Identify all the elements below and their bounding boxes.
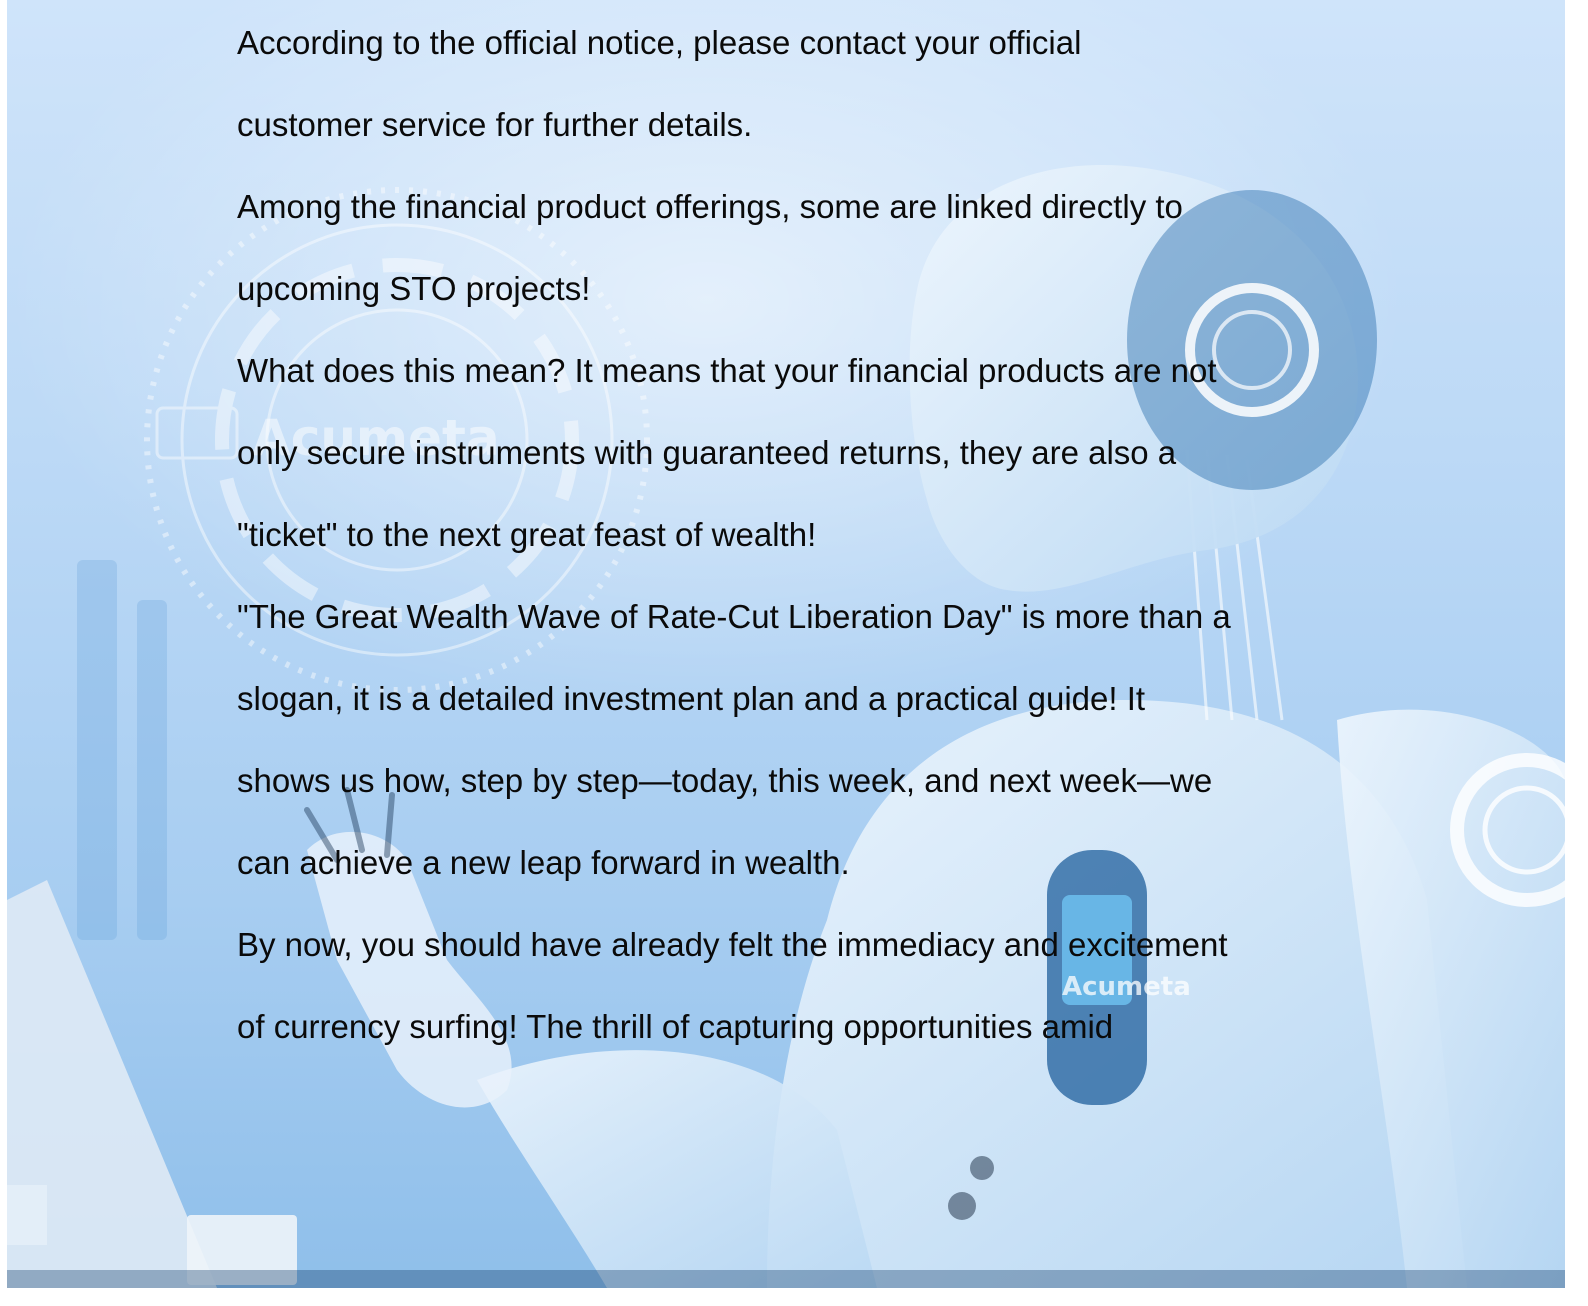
text-line: "ticket" to the next great feast of weal… (237, 516, 817, 553)
text-line: upcoming STO projects! (237, 270, 591, 307)
paragraph: "The Great Wealth Wave of Rate-Cut Liber… (237, 576, 1357, 904)
text-line: According to the official notice, please… (237, 24, 1082, 61)
text-line: only secure instruments with guaranteed … (237, 434, 1177, 471)
slide-background: Acumeta Acumeta According to the officia… (7, 0, 1565, 1288)
text-line: shows us how, step by step—today, this w… (237, 762, 1213, 799)
text-line: slogan, it is a detailed investment plan… (237, 680, 1146, 717)
text-line: "The Great Wealth Wave of Rate-Cut Liber… (237, 598, 1231, 635)
paragraph: Among the financial product offerings, s… (237, 166, 1357, 330)
text-line: Among the financial product offerings, s… (237, 188, 1183, 225)
text-line: can achieve a new leap forward in wealth… (237, 844, 850, 881)
paragraph: According to the official notice, please… (237, 2, 1357, 166)
text-line: of currency surfing! The thrill of captu… (237, 1008, 1114, 1045)
paragraph: What does this mean? It means that your … (237, 330, 1357, 576)
text-line: customer service for further details. (237, 106, 753, 143)
article-text: According to the official notice, please… (237, 2, 1357, 1068)
paragraph: By now, you should have already felt the… (237, 904, 1357, 1068)
text-line: By now, you should have already felt the… (237, 926, 1228, 963)
text-line: What does this mean? It means that your … (237, 352, 1217, 389)
